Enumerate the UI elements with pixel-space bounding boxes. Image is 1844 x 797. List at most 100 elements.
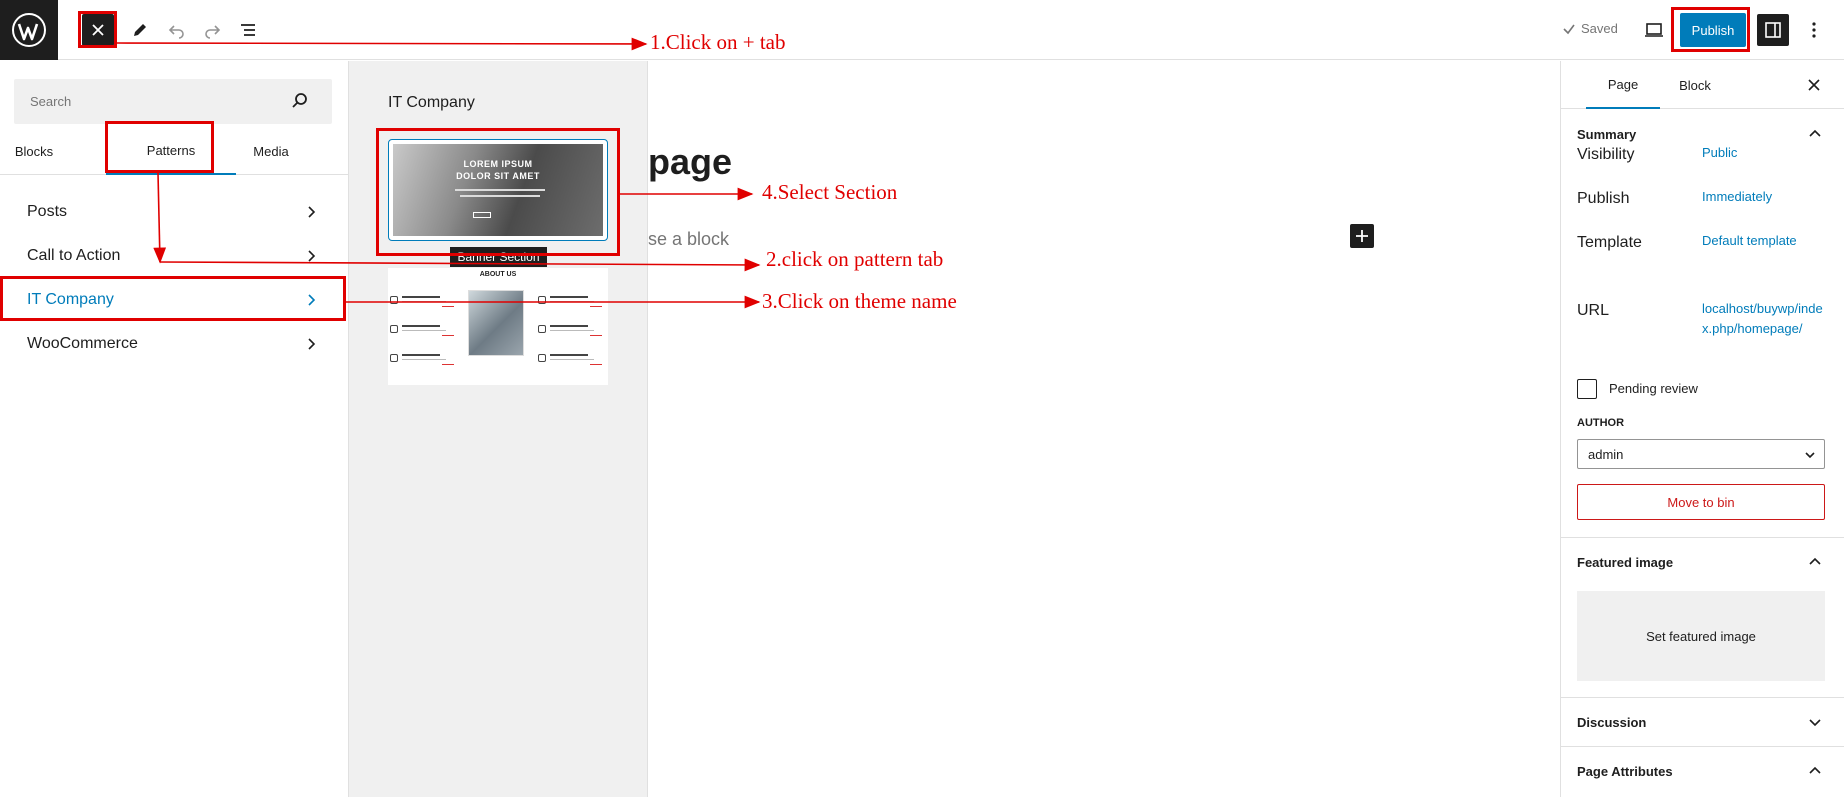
close-icon[interactable] <box>1804 75 1824 95</box>
about-feature-item <box>538 323 602 339</box>
pattern-category-title: IT Company <box>388 94 475 111</box>
add-block-button[interactable] <box>1350 224 1374 248</box>
about-title: ABOUT US <box>479 271 517 278</box>
search-icon <box>292 93 307 108</box>
settings-sidebar: Page Block Summary Visibility Public Pub… <box>1560 61 1844 797</box>
page-title[interactable]: page <box>648 141 732 183</box>
close-icon <box>92 24 104 36</box>
category-label: Posts <box>27 203 68 220</box>
tab-blocks[interactable]: Blocks <box>0 127 68 175</box>
chevron-down-icon <box>1809 719 1821 727</box>
banner-heading-line2: DOLOR SIT AMET <box>456 171 540 181</box>
move-to-bin-button[interactable]: Move to bin <box>1577 484 1825 520</box>
annotation-step2: 2.click on pattern tab <box>766 247 944 271</box>
category-label: WooCommerce <box>27 335 138 352</box>
close-inserter-button[interactable] <box>82 14 114 46</box>
plus-icon <box>1356 230 1368 242</box>
pattern-tooltip: Banner Section <box>450 247 547 267</box>
visibility-value[interactable]: Public <box>1702 143 1737 163</box>
block-inserter-panel: Blocks Patterns Media Posts Call to Acti… <box>0 61 349 797</box>
about-feature-item <box>538 294 602 310</box>
tab-patterns[interactable]: Patterns <box>106 127 236 175</box>
annotation-step1: 1.Click on + tab <box>650 30 786 54</box>
url-label: URL <box>1577 302 1610 319</box>
pending-review-checkbox[interactable] <box>1577 379 1597 399</box>
discussion-panel-header[interactable]: Discussion <box>1561 698 1844 746</box>
chevron-right-icon <box>308 338 316 350</box>
sidebar-icon <box>1765 22 1781 38</box>
sidebar-tabs: Page Block <box>1561 61 1844 109</box>
author-select[interactable]: admin <box>1577 439 1825 469</box>
category-item-woocommerce[interactable]: WooCommerce <box>0 322 349 366</box>
set-featured-image-button[interactable]: Set featured image <box>1577 591 1825 681</box>
pending-review-label: Pending review <box>1609 381 1698 396</box>
tab-block[interactable]: Block <box>1660 61 1730 109</box>
preview-button[interactable] <box>1638 14 1670 46</box>
block-placeholder[interactable]: se a block <box>648 229 729 250</box>
banner-text-line <box>460 195 540 197</box>
wordpress-logo-icon[interactable] <box>0 0 58 60</box>
undo-icon <box>168 25 184 39</box>
author-label: AUTHOR <box>1577 417 1625 429</box>
banner-text-line <box>455 189 545 191</box>
chevron-up-icon <box>1809 129 1821 137</box>
chevron-up-icon <box>1809 557 1821 565</box>
about-feature-item <box>390 323 454 339</box>
tab-page[interactable]: Page <box>1586 61 1660 109</box>
redo-icon <box>205 25 221 39</box>
tools-button[interactable] <box>124 14 156 46</box>
category-item-it-company[interactable]: IT Company <box>0 278 349 322</box>
chevron-right-icon <box>308 250 316 262</box>
undo-button[interactable] <box>161 14 193 46</box>
discussion-label: Discussion <box>1577 714 1647 730</box>
pattern-about-section[interactable]: ABOUT US <box>388 268 608 385</box>
redo-button[interactable] <box>196 14 228 46</box>
list-view-icon <box>241 24 255 36</box>
more-vertical-icon <box>1812 22 1816 38</box>
category-label: IT Company <box>27 291 114 308</box>
chevron-right-icon <box>308 206 316 218</box>
publish-label: Publish <box>1577 190 1630 207</box>
summary-label: Summary <box>1577 126 1637 142</box>
chevron-down-icon <box>1805 452 1815 459</box>
pattern-category-list: Posts Call to Action IT Company WooComme… <box>0 190 349 366</box>
about-feature-item <box>390 294 454 310</box>
about-feature-item <box>538 352 602 368</box>
settings-toggle-button[interactable] <box>1757 14 1789 46</box>
author-value: admin <box>1588 446 1624 462</box>
featured-image-label: Featured image <box>1577 554 1674 570</box>
search-input[interactable] <box>14 79 332 124</box>
url-value[interactable]: localhost/buywp/index.php/homepage/ <box>1702 299 1832 339</box>
options-button[interactable] <box>1798 14 1830 46</box>
page-attributes-panel-header[interactable]: Page Attributes <box>1561 747 1844 795</box>
visibility-label: Visibility <box>1577 146 1635 163</box>
publish-date-value[interactable]: Immediately <box>1702 187 1772 207</box>
banner-heading-line1: LOREM IPSUM <box>463 159 533 169</box>
category-label: Call to Action <box>27 247 121 264</box>
pencil-icon <box>134 24 146 36</box>
tab-media[interactable]: Media <box>236 127 306 175</box>
category-item-call-to-action[interactable]: Call to Action <box>0 234 349 278</box>
pattern-banner-section[interactable]: LOREM IPSUM DOLOR SIT AMET <box>388 139 608 241</box>
saved-label: Saved <box>1581 21 1618 36</box>
check-icon <box>1563 24 1575 34</box>
category-item-posts[interactable]: Posts <box>0 190 349 234</box>
about-image <box>468 290 524 356</box>
banner-heading: LOREM IPSUM DOLOR SIT AMET <box>393 158 603 182</box>
chevron-up-icon <box>1809 766 1821 774</box>
desktop-icon <box>1645 23 1663 37</box>
inserter-tabs: Blocks Patterns Media <box>0 127 349 175</box>
template-label: Template <box>1577 234 1642 251</box>
publish-button[interactable]: Publish <box>1680 13 1746 47</box>
about-feature-item <box>390 352 454 368</box>
template-value[interactable]: Default template <box>1702 231 1797 251</box>
chevron-right-icon <box>308 294 316 306</box>
saved-indicator: Saved <box>1562 21 1618 36</box>
banner-button-preview <box>473 212 491 218</box>
annotation-step3: 3.Click on theme name <box>762 289 957 313</box>
banner-preview-image: LOREM IPSUM DOLOR SIT AMET <box>393 144 603 236</box>
document-overview-button[interactable] <box>232 14 264 46</box>
editor-canvas[interactable]: page se a block <box>648 61 1560 797</box>
pattern-preview-panel: IT Company LOREM IPSUM DOLOR SIT AMET Ba… <box>349 61 648 797</box>
featured-image-panel-header[interactable]: Featured image <box>1561 538 1844 586</box>
